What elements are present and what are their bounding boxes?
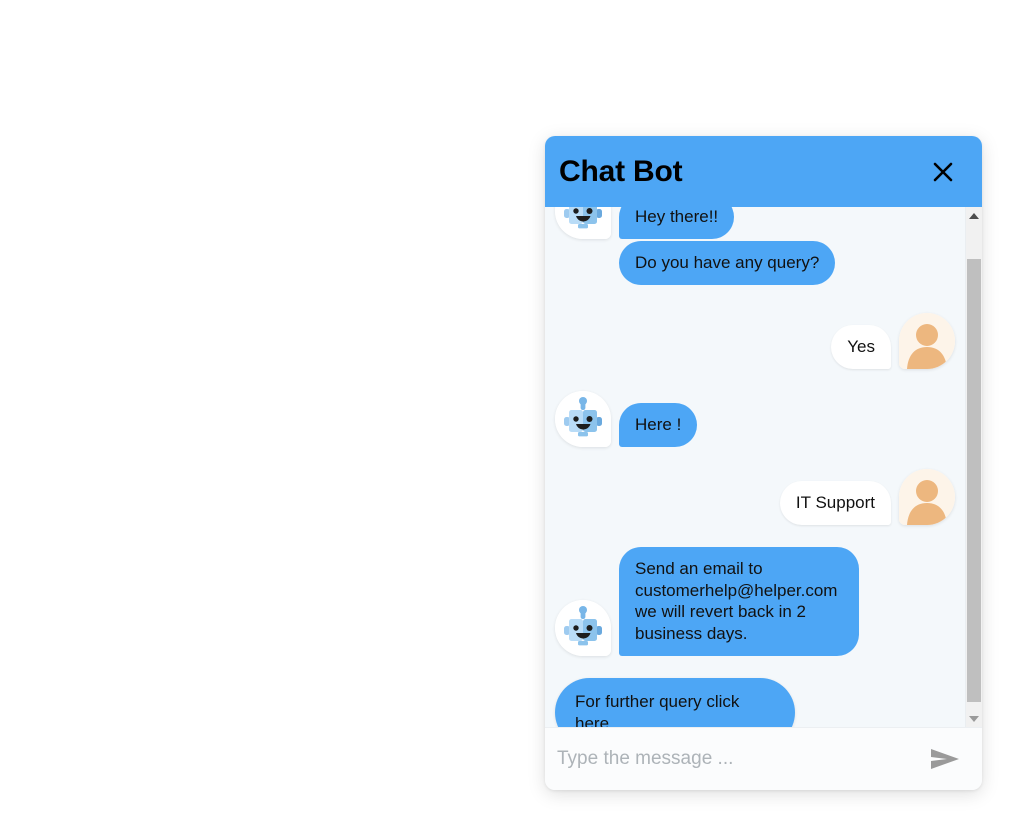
avatar-spacer bbox=[555, 284, 619, 285]
scroll-up-arrow-icon bbox=[969, 212, 979, 219]
send-icon bbox=[931, 749, 959, 769]
messages-scroll-area[interactable]: Hey there!! Do you have any query? Yes H… bbox=[545, 207, 965, 727]
bot-avatar bbox=[555, 599, 611, 656]
message-bubble: IT Support bbox=[779, 481, 891, 525]
message-input[interactable] bbox=[557, 748, 926, 770]
message-bubble: Send an email to customerhelp@helper.com… bbox=[619, 546, 859, 656]
chat-header: Chat Bot bbox=[545, 136, 982, 207]
message-row-further-query: For further query click here bbox=[555, 677, 955, 727]
messages-scrollbar[interactable] bbox=[965, 207, 982, 727]
message-row-bot-here: Here ! bbox=[555, 390, 955, 447]
page-root: Chat Bot Hey there!! Do you have any que… bbox=[0, 0, 1022, 822]
robot-icon bbox=[555, 599, 611, 656]
messages-region: Hey there!! Do you have any query? Yes H… bbox=[545, 207, 982, 727]
close-button[interactable] bbox=[926, 155, 960, 189]
message-bubble: Hey there!! bbox=[619, 207, 735, 239]
robot-icon bbox=[555, 207, 611, 239]
chat-title: Chat Bot bbox=[559, 154, 683, 188]
person-icon bbox=[899, 312, 955, 369]
robot-icon bbox=[555, 390, 611, 447]
message-row-user-it-support: IT Support bbox=[555, 468, 955, 525]
message-bubble: Here ! bbox=[619, 403, 698, 447]
message-row-bot-greeting: Hey there!! bbox=[555, 207, 955, 239]
send-button[interactable] bbox=[926, 742, 964, 776]
scroll-down-button[interactable] bbox=[966, 710, 982, 727]
scroll-up-button[interactable] bbox=[966, 207, 982, 224]
user-avatar bbox=[899, 468, 955, 525]
bot-avatar bbox=[555, 207, 611, 239]
message-row-bot-query: Do you have any query? bbox=[555, 241, 955, 285]
messages-list: Hey there!! Do you have any query? Yes H… bbox=[555, 207, 955, 727]
composer-bar bbox=[545, 727, 982, 790]
message-row-bot-email: Send an email to customerhelp@helper.com… bbox=[555, 546, 955, 656]
scroll-down-arrow-icon bbox=[969, 715, 979, 722]
scrollbar-thumb[interactable] bbox=[967, 259, 981, 702]
bot-avatar bbox=[555, 390, 611, 447]
message-bubble: Do you have any query? bbox=[619, 241, 836, 285]
message-row-user-yes: Yes bbox=[555, 312, 955, 369]
scrollbar-track[interactable] bbox=[966, 224, 982, 710]
user-avatar bbox=[899, 312, 955, 369]
chat-widget-panel: Chat Bot Hey there!! Do you have any que… bbox=[545, 136, 982, 790]
message-bubble: Yes bbox=[831, 325, 891, 369]
close-icon bbox=[933, 162, 953, 181]
person-icon bbox=[899, 468, 955, 525]
further-query-button[interactable]: For further query click here bbox=[555, 677, 795, 727]
